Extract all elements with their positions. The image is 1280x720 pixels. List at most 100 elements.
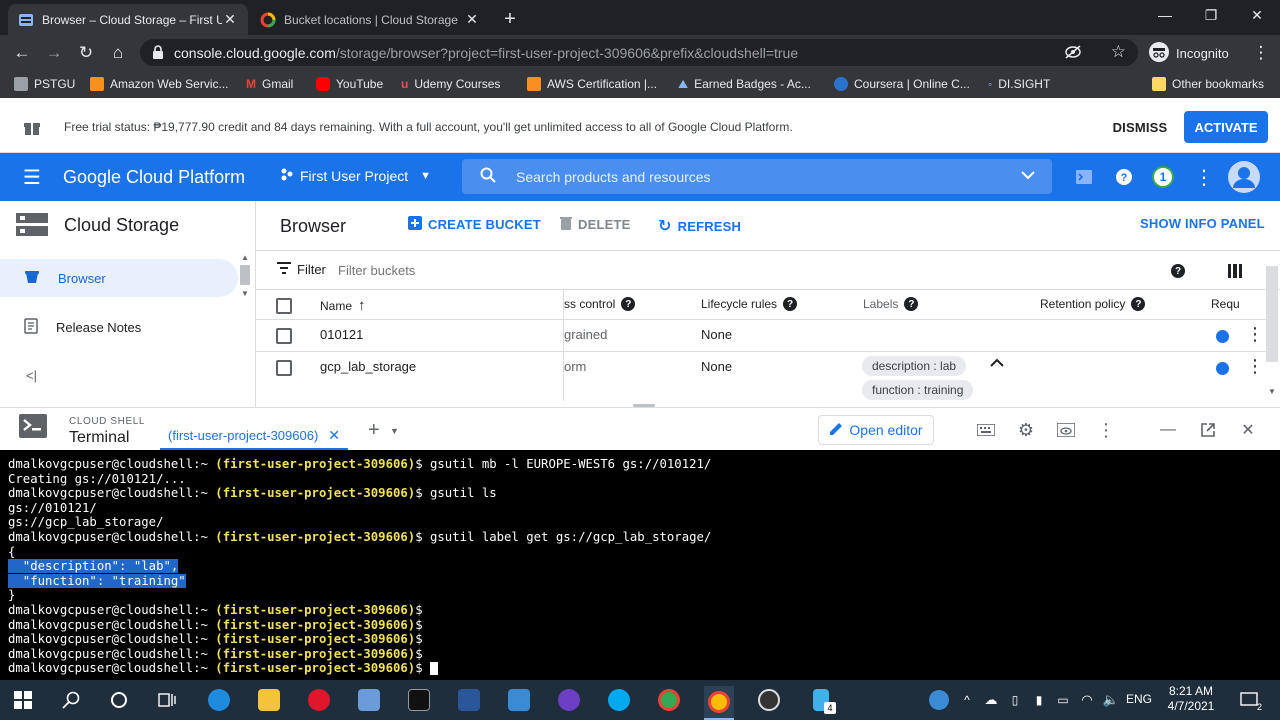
help-icon[interactable]: ?: [621, 297, 636, 311]
filter-buckets-input[interactable]: [338, 260, 638, 280]
row-checkbox[interactable]: [276, 328, 292, 344]
hamburger-menu-icon[interactable]: ☰: [20, 165, 44, 189]
edge-icon[interactable]: [204, 686, 234, 714]
home-icon[interactable]: ⌂: [105, 40, 131, 66]
project-selector[interactable]: First User Project ▼: [280, 167, 431, 184]
row-menu-icon[interactable]: ⋮: [1246, 324, 1264, 345]
close-session-icon[interactable]: ✕: [328, 427, 340, 444]
add-session-icon[interactable]: +: [368, 419, 380, 442]
new-tab-button[interactable]: +: [495, 4, 525, 35]
chrome-menu-icon[interactable]: ⋮: [1248, 40, 1274, 66]
column-name[interactable]: Name ↑: [320, 297, 366, 314]
volume-icon[interactable]: 🔈: [1096, 686, 1126, 714]
row-menu-icon[interactable]: ⋮: [1246, 356, 1264, 377]
session-dropdown-icon[interactable]: ▼: [390, 426, 399, 436]
minimize-shell-icon[interactable]: —: [1157, 419, 1179, 441]
main-scrollbar[interactable]: ▼: [1266, 266, 1278, 401]
column-display-icon[interactable]: [1228, 264, 1242, 281]
account-avatar[interactable]: [1228, 161, 1260, 193]
tab-close-icon[interactable]: ✕: [222, 11, 238, 28]
files-group-icon[interactable]: 4: [806, 686, 836, 714]
taskbar-search-icon[interactable]: [56, 686, 86, 714]
keyboard-icon[interactable]: [975, 419, 997, 441]
collapse-labels-icon[interactable]: [990, 356, 1004, 371]
task-view-icon[interactable]: [152, 686, 182, 714]
bookmark-youtube[interactable]: YouTube: [316, 70, 383, 98]
bucket-name-link[interactable]: 010121: [320, 327, 363, 342]
back-icon[interactable]: ←: [9, 40, 35, 66]
shell-more-icon[interactable]: ⋮: [1095, 419, 1117, 441]
terminal-output[interactable]: dmalkovgcpuser@cloudshell:~ (first-user-…: [0, 450, 1280, 680]
tab-browser-cloud-storage[interactable]: Browser – Cloud Storage – First U ✕: [8, 4, 248, 35]
chrome-icon[interactable]: [704, 686, 734, 720]
help-tray-icon[interactable]: [924, 686, 954, 714]
minimize-window-icon[interactable]: —: [1142, 0, 1188, 30]
cortana-icon[interactable]: [104, 686, 134, 714]
windows-start-icon[interactable]: [8, 686, 38, 714]
help-icon[interactable]: ?: [783, 297, 798, 311]
chrome-profile-icon[interactable]: [654, 686, 684, 714]
terminal-session-tab[interactable]: (first-user-project-309606) ✕: [160, 422, 349, 451]
skype-icon[interactable]: [604, 686, 634, 714]
bookmark-pstgu[interactable]: PSTGU: [14, 70, 75, 98]
forward-icon[interactable]: →: [41, 40, 67, 66]
table-row[interactable]: 010121 grained None ⋮: [256, 320, 1266, 352]
cmd-icon[interactable]: [404, 686, 434, 714]
collapse-nav-icon[interactable]: <|: [26, 368, 37, 383]
tab-close-icon[interactable]: ✕: [464, 11, 480, 28]
open-new-window-icon[interactable]: [1197, 419, 1219, 441]
filter-button[interactable]: Filter: [277, 262, 326, 277]
bucket-name-link[interactable]: gcp_lab_storage: [320, 359, 416, 374]
activate-button[interactable]: ACTIVATE: [1184, 111, 1268, 143]
restore-window-icon[interactable]: ❐: [1188, 0, 1234, 30]
table-row[interactable]: gcp_lab_storage orm None description : l…: [256, 352, 1266, 404]
input-language[interactable]: ENG: [1126, 692, 1152, 706]
eclipse-icon[interactable]: [554, 686, 584, 714]
snipping-tool-icon[interactable]: [354, 686, 384, 714]
opera-icon[interactable]: [304, 686, 334, 714]
file-explorer-icon[interactable]: [254, 686, 284, 714]
cloud-shell-icon[interactable]: [1072, 165, 1096, 189]
create-bucket-button[interactable]: CREATE BUCKET: [408, 216, 541, 233]
action-center-icon[interactable]: 2: [1234, 686, 1264, 714]
search-bar[interactable]: Search products and resources: [462, 159, 1052, 194]
settings-gear-icon[interactable]: ⚙: [1015, 419, 1037, 441]
bookmark-star-icon[interactable]: ☆: [1111, 42, 1126, 62]
help-icon[interactable]: ?: [1131, 297, 1146, 311]
reload-icon[interactable]: ↻: [73, 40, 99, 66]
system-clock[interactable]: 8:21 AM 4/7/2021: [1162, 684, 1220, 714]
obs-icon[interactable]: [754, 686, 784, 714]
more-options-icon[interactable]: ⋮: [1192, 165, 1216, 189]
delete-button[interactable]: DELETE: [560, 216, 630, 233]
show-info-panel-button[interactable]: SHOW INFO PANEL: [1140, 216, 1265, 231]
address-bar[interactable]: console.cloud.google.com/storage/browser…: [140, 39, 1138, 66]
bookmark-coursera[interactable]: Coursera | Online C...: [834, 70, 970, 98]
calculator-icon[interactable]: [504, 686, 534, 714]
nav-item-release-notes[interactable]: Release Notes: [0, 308, 238, 346]
select-all-checkbox[interactable]: [276, 298, 292, 314]
bookmark-aws[interactable]: Amazon Web Servic...: [90, 70, 229, 98]
bookmark-udemy[interactable]: u Udemy Courses: [401, 70, 500, 98]
bookmark-aws-cert[interactable]: AWS Certification |...: [527, 70, 657, 98]
bookmark-badges[interactable]: ⛰ Earned Badges - Ac...: [678, 70, 811, 98]
close-shell-icon[interactable]: ✕: [1237, 419, 1259, 441]
dismiss-button[interactable]: DISMISS: [1108, 112, 1172, 142]
nav-scrollbar[interactable]: ▲ ▼: [240, 253, 252, 353]
row-checkbox[interactable]: [276, 360, 292, 376]
incognito-indicator[interactable]: Incognito: [1148, 40, 1229, 66]
bookmark-other[interactable]: Other bookmarks: [1152, 70, 1264, 98]
bookmark-gmail[interactable]: M Gmail: [246, 70, 293, 98]
open-editor-button[interactable]: Open editor: [818, 415, 934, 445]
help-icon[interactable]: ?: [904, 297, 919, 311]
notifications-badge[interactable]: 1: [1151, 165, 1175, 189]
bookmark-disight[interactable]: ◦ DI.SIGHT: [988, 70, 1050, 98]
close-window-icon[interactable]: ✕: [1234, 0, 1280, 30]
search-expand-icon[interactable]: [1020, 167, 1036, 186]
tab-bucket-locations[interactable]: Bucket locations | Cloud Storage ✕: [250, 4, 490, 35]
filter-help-icon[interactable]: ?: [1171, 264, 1185, 278]
help-icon[interactable]: ?: [1112, 165, 1136, 189]
web-preview-icon[interactable]: [1055, 419, 1077, 441]
powershell-icon[interactable]: [454, 686, 484, 714]
tracking-off-icon[interactable]: [1064, 44, 1082, 63]
nav-item-browser[interactable]: Browser: [0, 259, 238, 297]
